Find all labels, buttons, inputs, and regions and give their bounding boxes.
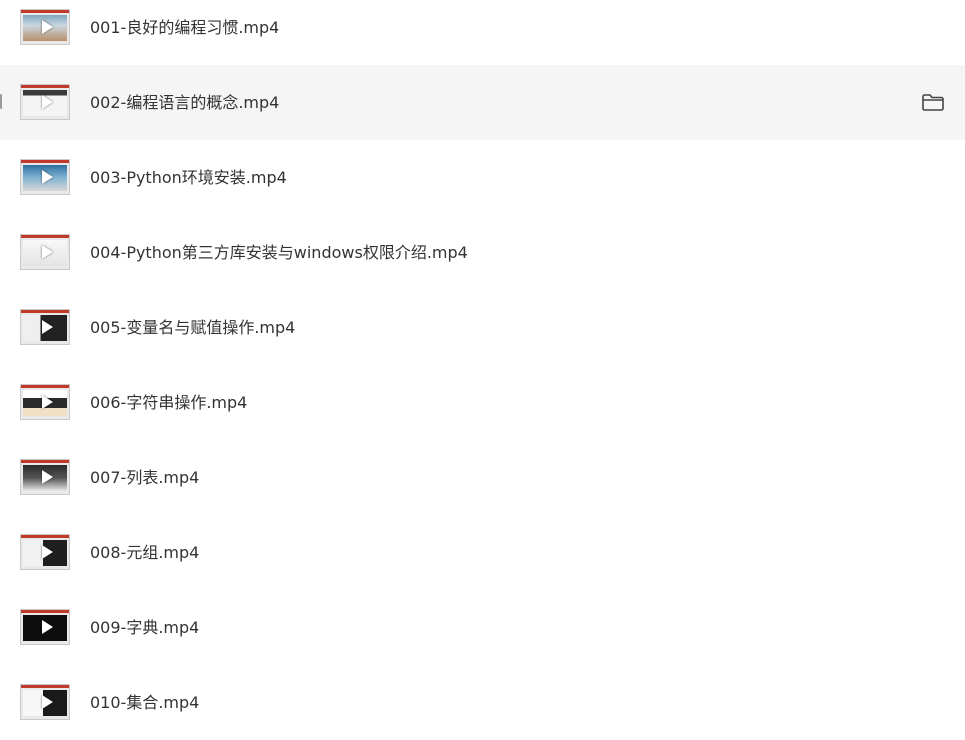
file-row[interactable]: 006-字符串操作.mp4 bbox=[0, 365, 965, 440]
play-icon bbox=[42, 395, 53, 409]
file-name[interactable]: 007-列表.mp4 bbox=[90, 440, 199, 515]
file-row[interactable]: 003-Python环境安装.mp4 bbox=[0, 140, 965, 215]
file-name[interactable]: 010-集合.mp4 bbox=[90, 665, 199, 740]
file-row[interactable]: 007-列表.mp4 bbox=[0, 440, 965, 515]
thumbnail-bar bbox=[21, 535, 69, 538]
file-row[interactable]: 005-变量名与赋值操作.mp4 bbox=[0, 290, 965, 365]
video-thumbnail[interactable] bbox=[20, 609, 70, 645]
thumbnail-bar bbox=[21, 85, 69, 88]
play-icon bbox=[42, 695, 53, 709]
folder-icon[interactable] bbox=[921, 92, 945, 112]
file-name[interactable]: 002-编程语言的概念.mp4 bbox=[90, 65, 279, 140]
file-name[interactable]: 006-字符串操作.mp4 bbox=[90, 365, 247, 440]
thumbnail-bar bbox=[21, 610, 69, 613]
thumbnail-bar bbox=[21, 685, 69, 688]
thumbnail-bar bbox=[21, 10, 69, 13]
file-row[interactable]: 009-字典.mp4 bbox=[0, 590, 965, 665]
play-icon bbox=[42, 545, 53, 559]
file-row[interactable]: 010-集合.mp4 bbox=[0, 665, 965, 740]
file-list: 001-良好的编程习惯.mp4 002-编程语言的概念.mp4 003-Pyth… bbox=[0, 0, 965, 740]
thumbnail-bar bbox=[21, 385, 69, 388]
video-thumbnail[interactable] bbox=[20, 9, 70, 45]
video-thumbnail[interactable] bbox=[20, 534, 70, 570]
file-row[interactable]: 002-编程语言的概念.mp4 bbox=[0, 65, 965, 140]
video-thumbnail[interactable] bbox=[20, 84, 70, 120]
thumbnail-bar bbox=[21, 460, 69, 463]
play-icon bbox=[42, 95, 53, 109]
file-row[interactable]: 001-良好的编程习惯.mp4 bbox=[0, 0, 965, 65]
file-name[interactable]: 009-字典.mp4 bbox=[90, 590, 199, 665]
video-thumbnail[interactable] bbox=[20, 309, 70, 345]
thumbnail-bar bbox=[21, 310, 69, 313]
file-row[interactable]: 008-元组.mp4 bbox=[0, 515, 965, 590]
file-name[interactable]: 003-Python环境安装.mp4 bbox=[90, 140, 287, 215]
thumbnail-bar bbox=[21, 160, 69, 163]
play-icon bbox=[42, 20, 53, 34]
file-name[interactable]: 001-良好的编程习惯.mp4 bbox=[90, 0, 279, 65]
video-thumbnail[interactable] bbox=[20, 384, 70, 420]
file-row[interactable]: 004-Python第三方库安装与windows权限介绍.mp4 bbox=[0, 215, 965, 290]
play-icon bbox=[42, 620, 53, 634]
play-icon bbox=[42, 470, 53, 484]
video-thumbnail[interactable] bbox=[20, 459, 70, 495]
file-name[interactable]: 005-变量名与赋值操作.mp4 bbox=[90, 290, 295, 365]
play-icon bbox=[42, 320, 53, 334]
file-name[interactable]: 004-Python第三方库安装与windows权限介绍.mp4 bbox=[90, 215, 468, 290]
file-name[interactable]: 008-元组.mp4 bbox=[90, 515, 199, 590]
row-hover-marker bbox=[0, 94, 2, 109]
play-icon bbox=[42, 245, 53, 259]
thumbnail-bar bbox=[21, 235, 69, 238]
video-thumbnail[interactable] bbox=[20, 234, 70, 270]
play-icon bbox=[42, 170, 53, 184]
video-thumbnail[interactable] bbox=[20, 159, 70, 195]
